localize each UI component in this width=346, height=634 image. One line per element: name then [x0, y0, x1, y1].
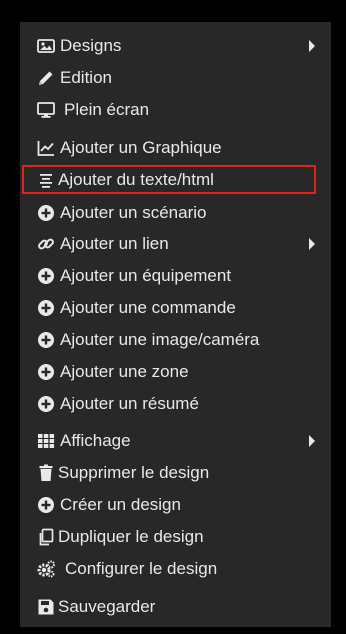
menu-item-affichage[interactable]: Affichage — [20, 427, 331, 455]
menu-item-configurer-design[interactable]: Configurer le design — [20, 555, 331, 583]
menu-item-ajouter-graphique[interactable]: Ajouter un Graphique — [20, 134, 331, 162]
menu-item-label: Edition — [60, 68, 112, 87]
menu-item-ajouter-image-camera[interactable]: Ajouter une image/caméra — [20, 326, 331, 354]
plus-circle-icon — [36, 330, 56, 350]
menu-item-label: Ajouter un résumé — [60, 394, 199, 413]
chevron-right-icon — [307, 434, 317, 448]
menu-item-label: Ajouter une commande — [60, 298, 236, 317]
menu-item-supprimer-design[interactable]: Supprimer le design — [20, 459, 331, 487]
monitor-icon — [36, 100, 56, 120]
line-chart-icon — [36, 138, 56, 158]
plus-circle-icon — [36, 495, 56, 515]
menu-item-dupliquer-design[interactable]: Dupliquer le design — [20, 523, 331, 551]
menu-item-creer-design[interactable]: Créer un design — [20, 491, 331, 519]
menu-item-label: Affichage — [60, 431, 131, 450]
link-icon — [36, 234, 56, 254]
plus-circle-icon — [36, 266, 56, 286]
menu-item-ajouter-lien[interactable]: Ajouter un lien — [20, 230, 331, 258]
menu-item-designs[interactable]: Designs — [20, 32, 331, 60]
menu-item-ajouter-resume[interactable]: Ajouter un résumé — [20, 390, 331, 418]
menu-item-label: Ajouter un équipement — [60, 266, 232, 285]
menu-item-label: Ajouter une zone — [60, 362, 189, 381]
menu-item-sauvegarder[interactable]: Sauvegarder — [20, 593, 331, 621]
chevron-right-icon — [307, 237, 317, 251]
menu-item-ajouter-zone[interactable]: Ajouter une zone — [20, 358, 331, 386]
plus-circle-icon — [36, 298, 56, 318]
plus-circle-icon — [36, 203, 56, 223]
plus-circle-icon — [36, 362, 56, 382]
menu-item-label: Ajouter une image/caméra — [60, 330, 260, 349]
grid-icon — [36, 431, 56, 451]
save-icon — [36, 597, 56, 617]
pencil-icon — [36, 68, 56, 88]
trash-icon — [36, 463, 56, 483]
menu-item-label: Sauvegarder — [58, 597, 156, 616]
menu-item-label: Plein écran — [64, 100, 150, 119]
menu-item-label: Configurer le design — [65, 559, 218, 578]
menu-item-plein-ecran[interactable]: Plein écran — [20, 96, 331, 124]
image-icon — [36, 36, 56, 56]
menu-item-label: Dupliquer le design — [58, 527, 204, 546]
menu-item-edition[interactable]: Edition — [20, 64, 331, 92]
gears-icon — [36, 559, 56, 579]
menu-item-ajouter-equipement[interactable]: Ajouter un équipement — [20, 262, 331, 290]
menu-item-ajouter-commande[interactable]: Ajouter une commande — [20, 294, 331, 322]
chevron-right-icon — [307, 39, 317, 53]
menu-item-label: Ajouter un scénario — [60, 203, 207, 222]
menu-item-label: Ajouter un Graphique — [60, 138, 222, 157]
menu-item-label: Supprimer le design — [58, 463, 210, 482]
plus-circle-icon — [36, 394, 56, 414]
menu-item-label: Ajouter un lien — [60, 234, 169, 253]
menu-item-label: Créer un design — [60, 495, 181, 514]
context-menu: Designs Edition Plein écran Ajouter un G… — [20, 22, 331, 627]
copy-icon — [36, 527, 56, 547]
highlight-box — [22, 165, 316, 194]
menu-item-label: Designs — [60, 36, 122, 55]
menu-item-ajouter-scenario[interactable]: Ajouter un scénario — [20, 199, 331, 227]
